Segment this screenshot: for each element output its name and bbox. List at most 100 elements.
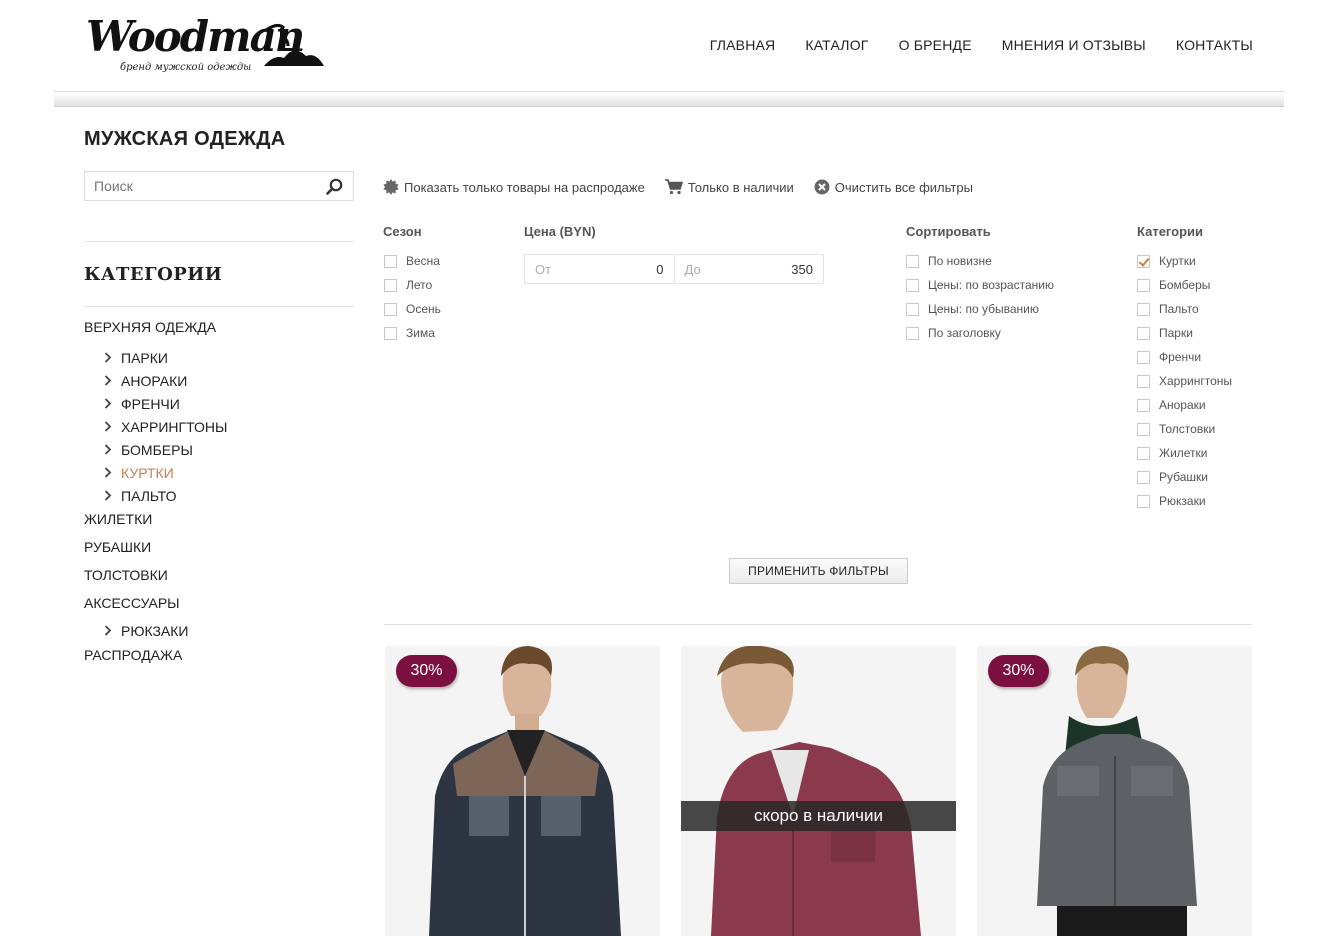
nav-reviews[interactable]: МНЕНИЯ И ОТЗЫВЫ xyxy=(1002,37,1146,53)
checkbox[interactable] xyxy=(1137,446,1150,460)
checkbox[interactable] xyxy=(1137,278,1150,292)
subcategory-label: ПАЛЬТО xyxy=(121,487,177,504)
apply-filters-button[interactable]: ПРИМЕНИТЬ ФИЛЬТРЫ xyxy=(729,558,908,584)
in-stock-toggle[interactable]: Только в наличии xyxy=(664,179,794,195)
category-list: ВЕРХНЯЯ ОДЕЖДА ПАРКИ АНОРАКИ ФРЕНЧИ ХАРР… xyxy=(84,318,354,674)
nav-catalog[interactable]: КАТАЛОГ xyxy=(805,37,868,53)
product-card[interactable]: 30% xyxy=(385,646,660,936)
sort-option[interactable]: По заголовку xyxy=(906,321,1054,345)
subcategory-french[interactable]: ФРЕНЧИ xyxy=(84,392,354,415)
category-option[interactable]: Анораки xyxy=(1137,393,1232,417)
discount-badge: 30% xyxy=(396,655,457,687)
quick-filters: Показать только товары на распродаже Тол… xyxy=(383,179,973,195)
option-label: Толстовки xyxy=(1159,422,1216,436)
sort-option[interactable]: Цены: по возрастанию xyxy=(906,273,1054,297)
nav-contacts[interactable]: КОНТАКТЫ xyxy=(1176,37,1253,53)
category-option[interactable]: Куртки xyxy=(1137,249,1232,273)
checkbox[interactable] xyxy=(384,326,397,340)
category-shirts[interactable]: РУБАШКИ xyxy=(84,538,354,566)
subcategory-anoraks[interactable]: АНОРАКИ xyxy=(84,369,354,392)
subcategory-coats[interactable]: ПАЛЬТО xyxy=(84,484,354,507)
category-option[interactable]: Парки xyxy=(1137,321,1232,345)
product-image xyxy=(681,646,956,936)
category-hoodies[interactable]: ТОЛСТОВКИ xyxy=(84,566,354,594)
checkbox[interactable] xyxy=(1137,302,1150,316)
checkbox[interactable] xyxy=(384,302,397,316)
season-option[interactable]: Осень xyxy=(384,297,441,321)
divider xyxy=(84,306,354,307)
category-option[interactable]: Рубашки xyxy=(1137,465,1232,489)
checkbox[interactable] xyxy=(1137,398,1150,412)
option-label: Харрингтоны xyxy=(1159,374,1233,388)
clear-filters-label: Очистить все фильтры xyxy=(834,179,973,195)
sale-only-toggle[interactable]: Показать только товары на распродаже xyxy=(383,179,645,195)
subcategory-bombers[interactable]: БОМБЕРЫ xyxy=(84,438,354,461)
chevron-right-icon xyxy=(104,465,120,481)
checkbox[interactable] xyxy=(1137,374,1150,388)
category-option[interactable]: Харрингтоны xyxy=(1137,369,1232,393)
subcategory-label: ПАРКИ xyxy=(121,349,168,366)
season-option[interactable]: Лето xyxy=(384,273,441,297)
nav-home[interactable]: ГЛАВНАЯ xyxy=(710,37,776,53)
close-circle-icon xyxy=(814,179,830,195)
checkbox[interactable] xyxy=(1137,494,1150,508)
subcategory-label: ФРЕНЧИ xyxy=(121,395,180,412)
option-label: Рюкзаки xyxy=(1159,494,1206,508)
in-stock-label: Только в наличии xyxy=(687,179,794,195)
option-label: Куртки xyxy=(1159,254,1196,268)
categories-title: КАТЕГОРИИ xyxy=(84,264,223,285)
divider xyxy=(84,241,354,242)
subcategory-backpacks[interactable]: РЮКЗАКИ xyxy=(84,619,354,642)
nav-about-brand[interactable]: О БРЕНДЕ xyxy=(899,37,972,53)
category-option[interactable]: Бомберы xyxy=(1137,273,1232,297)
page-title: МУЖСКАЯ ОДЕЖДА xyxy=(84,128,286,150)
search-input[interactable] xyxy=(85,172,315,200)
sort-option[interactable]: Цены: по убыванию xyxy=(906,297,1054,321)
product-card[interactable]: 30% xyxy=(977,646,1252,936)
category-filter-title: Категории xyxy=(1137,224,1204,239)
category-option[interactable]: Толстовки xyxy=(1137,417,1232,441)
category-option[interactable]: Пальто xyxy=(1137,297,1232,321)
category-vests[interactable]: ЖИЛЕТКИ xyxy=(84,510,354,538)
checkbox[interactable] xyxy=(384,278,397,292)
subcategory-parkas[interactable]: ПАРКИ xyxy=(84,346,354,369)
search-icon[interactable] xyxy=(326,178,343,195)
site-header: Woodman бренд мужской одежды ГЛАВНАЯ КАТ… xyxy=(54,0,1284,92)
subcategory-label: АНОРАКИ xyxy=(121,372,188,389)
price-from-field[interactable]: От 0 xyxy=(525,255,675,283)
cart-icon xyxy=(664,179,683,195)
checkbox[interactable] xyxy=(906,254,919,268)
checkbox[interactable] xyxy=(906,278,919,292)
category-option[interactable]: Френчи xyxy=(1137,345,1232,369)
chevron-right-icon xyxy=(104,350,120,366)
subcategory-jackets[interactable]: КУРТКИ xyxy=(84,461,354,484)
category-sale[interactable]: РАСПРОДАЖА xyxy=(84,646,354,674)
category-option[interactable]: Рюкзаки xyxy=(1137,489,1232,513)
checkbox[interactable] xyxy=(906,302,919,316)
option-label: Парки xyxy=(1159,326,1193,340)
checkbox[interactable] xyxy=(1137,422,1150,436)
season-option[interactable]: Зима xyxy=(384,321,441,345)
price-from-label: От xyxy=(535,261,552,277)
checkbox[interactable] xyxy=(384,254,397,268)
checkbox[interactable] xyxy=(906,326,919,340)
checkbox-checked[interactable] xyxy=(1137,254,1150,268)
category-options: Куртки Бомберы Пальто Парки Френчи Харри… xyxy=(1137,249,1232,513)
category-option[interactable]: Жилетки xyxy=(1137,441,1232,465)
brand-logo[interactable]: Woodman бренд мужской одежды xyxy=(86,10,326,80)
subcategory-harringtons[interactable]: ХАРРИНГТОНЫ xyxy=(84,415,354,438)
checkbox[interactable] xyxy=(1137,350,1150,364)
season-option[interactable]: Весна xyxy=(384,249,441,273)
category-outerwear[interactable]: ВЕРХНЯЯ ОДЕЖДА xyxy=(84,318,354,346)
clear-filters-button[interactable]: Очистить все фильтры xyxy=(814,179,973,195)
checkbox[interactable] xyxy=(1137,326,1150,340)
checkbox[interactable] xyxy=(1137,470,1150,484)
category-accessories[interactable]: АКСЕССУАРЫ xyxy=(84,594,354,619)
product-card[interactable]: скоро в наличии xyxy=(681,646,956,936)
sort-option[interactable]: По новизне xyxy=(906,249,1054,273)
price-to-field[interactable]: До 350 xyxy=(675,255,824,283)
price-to-value: 350 xyxy=(791,261,813,277)
price-range: От 0 До 350 xyxy=(524,254,824,284)
option-label: Бомберы xyxy=(1159,278,1211,292)
option-label: Лето xyxy=(406,278,433,292)
